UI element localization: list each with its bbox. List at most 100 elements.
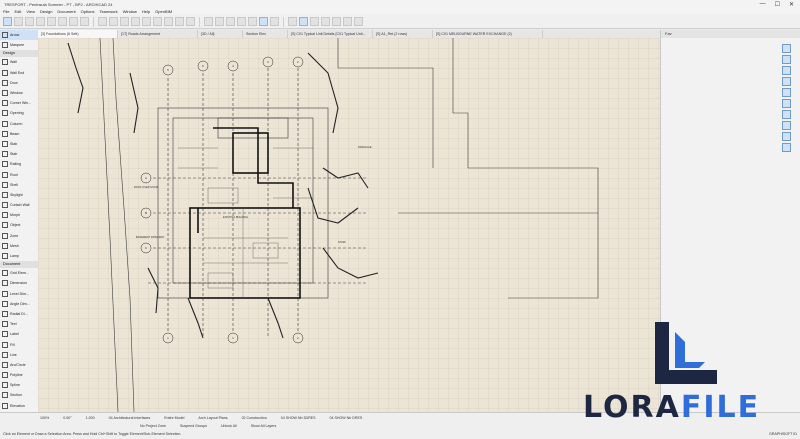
status-field[interactable]: 02 Construction bbox=[242, 416, 267, 420]
toolbox-tool[interactable]: Opening bbox=[0, 108, 38, 118]
status-field[interactable]: 0.00° bbox=[63, 416, 71, 420]
toolbar-button[interactable] bbox=[248, 17, 257, 26]
toolbox-tool[interactable]: Skylight bbox=[0, 190, 38, 200]
favorites-icon[interactable] bbox=[782, 110, 791, 119]
status-field[interactable]: 04 Architectural Interfaces bbox=[109, 416, 151, 420]
menu-window[interactable]: Window bbox=[123, 9, 137, 14]
view-map-icon[interactable] bbox=[782, 44, 791, 53]
toolbox-tool[interactable]: Lamp bbox=[0, 251, 38, 261]
status-field[interactable]: 1:200 bbox=[86, 416, 95, 420]
status-field[interactable]: 04 SHOW Nb 3DRES bbox=[281, 416, 316, 420]
toolbox-tool[interactable]: Marquee bbox=[0, 40, 38, 50]
toolbox-tool[interactable]: Curtain Wall bbox=[0, 200, 38, 210]
minimize-button[interactable]: — bbox=[760, 1, 766, 8]
toolbox-tool[interactable]: Grid Elem... bbox=[0, 268, 38, 278]
menu-help[interactable]: Help bbox=[142, 9, 150, 14]
toolbar-button[interactable] bbox=[109, 17, 118, 26]
organizer-icon[interactable] bbox=[782, 77, 791, 86]
toolbox-tool[interactable]: Fill bbox=[0, 339, 38, 349]
toolbox-tool[interactable]: Corner Win... bbox=[0, 98, 38, 108]
toolbar-button[interactable] bbox=[237, 17, 246, 26]
toolbar-button[interactable] bbox=[14, 17, 23, 26]
toolbox-section-design[interactable]: Design bbox=[0, 50, 38, 58]
toolbox-tool[interactable]: Section bbox=[0, 390, 38, 400]
toolbox-tool[interactable]: Beam bbox=[0, 129, 38, 139]
toolbar-button[interactable] bbox=[164, 17, 173, 26]
toolbox-tool[interactable]: Door bbox=[0, 78, 38, 88]
toolbox-tool[interactable]: Spline bbox=[0, 380, 38, 390]
status-field[interactable]: Entire Model bbox=[164, 416, 184, 420]
toolbar-button[interactable] bbox=[259, 17, 268, 26]
toolbar-button[interactable] bbox=[3, 17, 12, 26]
status-field[interactable]: 04 SHOW Nb DRES bbox=[329, 416, 362, 420]
toolbox-tool[interactable]: Elevation bbox=[0, 401, 38, 411]
toolbar-button[interactable] bbox=[25, 17, 34, 26]
menu-design[interactable]: Design bbox=[40, 9, 52, 14]
toolbar-button[interactable] bbox=[80, 17, 89, 26]
status-field[interactable]: 100% bbox=[40, 416, 49, 420]
toolbox-tool[interactable]: Arc/Circle bbox=[0, 360, 38, 370]
close-button[interactable]: ✕ bbox=[789, 1, 794, 8]
settings-icon[interactable] bbox=[782, 143, 791, 152]
toolbar-button[interactable] bbox=[131, 17, 140, 26]
toolbar-button[interactable] bbox=[354, 17, 363, 26]
toolbox-tool[interactable]: Morph bbox=[0, 210, 38, 220]
menu-options[interactable]: Options bbox=[81, 9, 95, 14]
view-tab[interactable]: [S] A1_Ret (2 rows) bbox=[373, 30, 433, 38]
toolbar-button[interactable] bbox=[175, 17, 184, 26]
renovation-icon[interactable] bbox=[782, 132, 791, 141]
view-tab[interactable]: [S] C01 MELBOURNE WATER EXCHANGE (2) bbox=[433, 30, 543, 38]
toolbar-button[interactable] bbox=[332, 17, 341, 26]
toolbar-button[interactable] bbox=[47, 17, 56, 26]
toolbar-button[interactable] bbox=[299, 17, 308, 26]
toolbox-tool[interactable]: Mesh bbox=[0, 241, 38, 251]
toolbox-tool[interactable]: Roof bbox=[0, 169, 38, 179]
toolbar-button[interactable] bbox=[226, 17, 235, 26]
toolbar-button[interactable] bbox=[204, 17, 213, 26]
view-tab[interactable]: Section Elev bbox=[243, 30, 288, 38]
toolbox-tool[interactable]: Polyline bbox=[0, 370, 38, 380]
toolbox-tool[interactable]: Shell bbox=[0, 180, 38, 190]
toolbox-tool[interactable]: Wall End bbox=[0, 68, 38, 78]
toolbox-tool[interactable]: Stair bbox=[0, 149, 38, 159]
info-box-icon[interactable] bbox=[782, 88, 791, 97]
navigator-icon[interactable] bbox=[782, 66, 791, 75]
toolbox-tool[interactable]: Railing bbox=[0, 159, 38, 169]
toolbar-button[interactable] bbox=[215, 17, 224, 26]
toolbox-tool[interactable]: Level Dim... bbox=[0, 289, 38, 299]
menu-openbim[interactable]: OpenBIM bbox=[155, 9, 172, 14]
toolbox-tool[interactable]: Wall bbox=[0, 57, 38, 67]
toolbar-button[interactable] bbox=[36, 17, 45, 26]
toolbox-tool[interactable]: Dimension bbox=[0, 278, 38, 288]
toolbar-button[interactable] bbox=[288, 17, 297, 26]
toolbar-button[interactable] bbox=[120, 17, 129, 26]
status-toggle[interactable]: Show All Layers bbox=[251, 424, 277, 428]
toolbox-tool[interactable]: Radial Di... bbox=[0, 309, 38, 319]
toolbar-button[interactable] bbox=[98, 17, 107, 26]
view-tab[interactable]: [1T] Roads Arrangement bbox=[118, 30, 198, 38]
toolbox-tool[interactable]: Line bbox=[0, 350, 38, 360]
view-tab[interactable]: [3] Foundations (6 Sett) bbox=[38, 30, 118, 38]
toolbox-tool[interactable]: Zone bbox=[0, 231, 38, 241]
toolbox-tool[interactable]: Text bbox=[0, 319, 38, 329]
attributes-icon[interactable] bbox=[782, 121, 791, 130]
toolbox-tool[interactable]: Object bbox=[0, 220, 38, 230]
toolbox-tool[interactable]: Label bbox=[0, 329, 38, 339]
maximize-button[interactable]: ☐ bbox=[775, 1, 780, 8]
menu-document[interactable]: Document bbox=[57, 9, 75, 14]
menu-edit[interactable]: Edit bbox=[14, 9, 21, 14]
properties-icon[interactable] bbox=[782, 99, 791, 108]
menu-file[interactable]: File bbox=[3, 9, 9, 14]
status-toggle[interactable]: Suspend Groups bbox=[180, 424, 207, 428]
menu-view[interactable]: View bbox=[26, 9, 35, 14]
toolbar-button[interactable] bbox=[69, 17, 78, 26]
toolbar-button[interactable] bbox=[321, 17, 330, 26]
toolbox-tool[interactable]: Column bbox=[0, 119, 38, 129]
floor-plan-canvas[interactable]: 5 6 4 3 2 A B C 1 1 2 ROOF OVER STAIR BA… bbox=[38, 38, 660, 412]
toolbox-tool[interactable]: Slab bbox=[0, 139, 38, 149]
view-tab[interactable]: [S] C01 Typical Unit Details [C01 Typica… bbox=[288, 30, 373, 38]
toolbar-button[interactable] bbox=[343, 17, 352, 26]
toolbar-button[interactable] bbox=[153, 17, 162, 26]
toolbar-button[interactable] bbox=[186, 17, 195, 26]
status-toggle[interactable]: No Project Zone bbox=[140, 424, 166, 428]
